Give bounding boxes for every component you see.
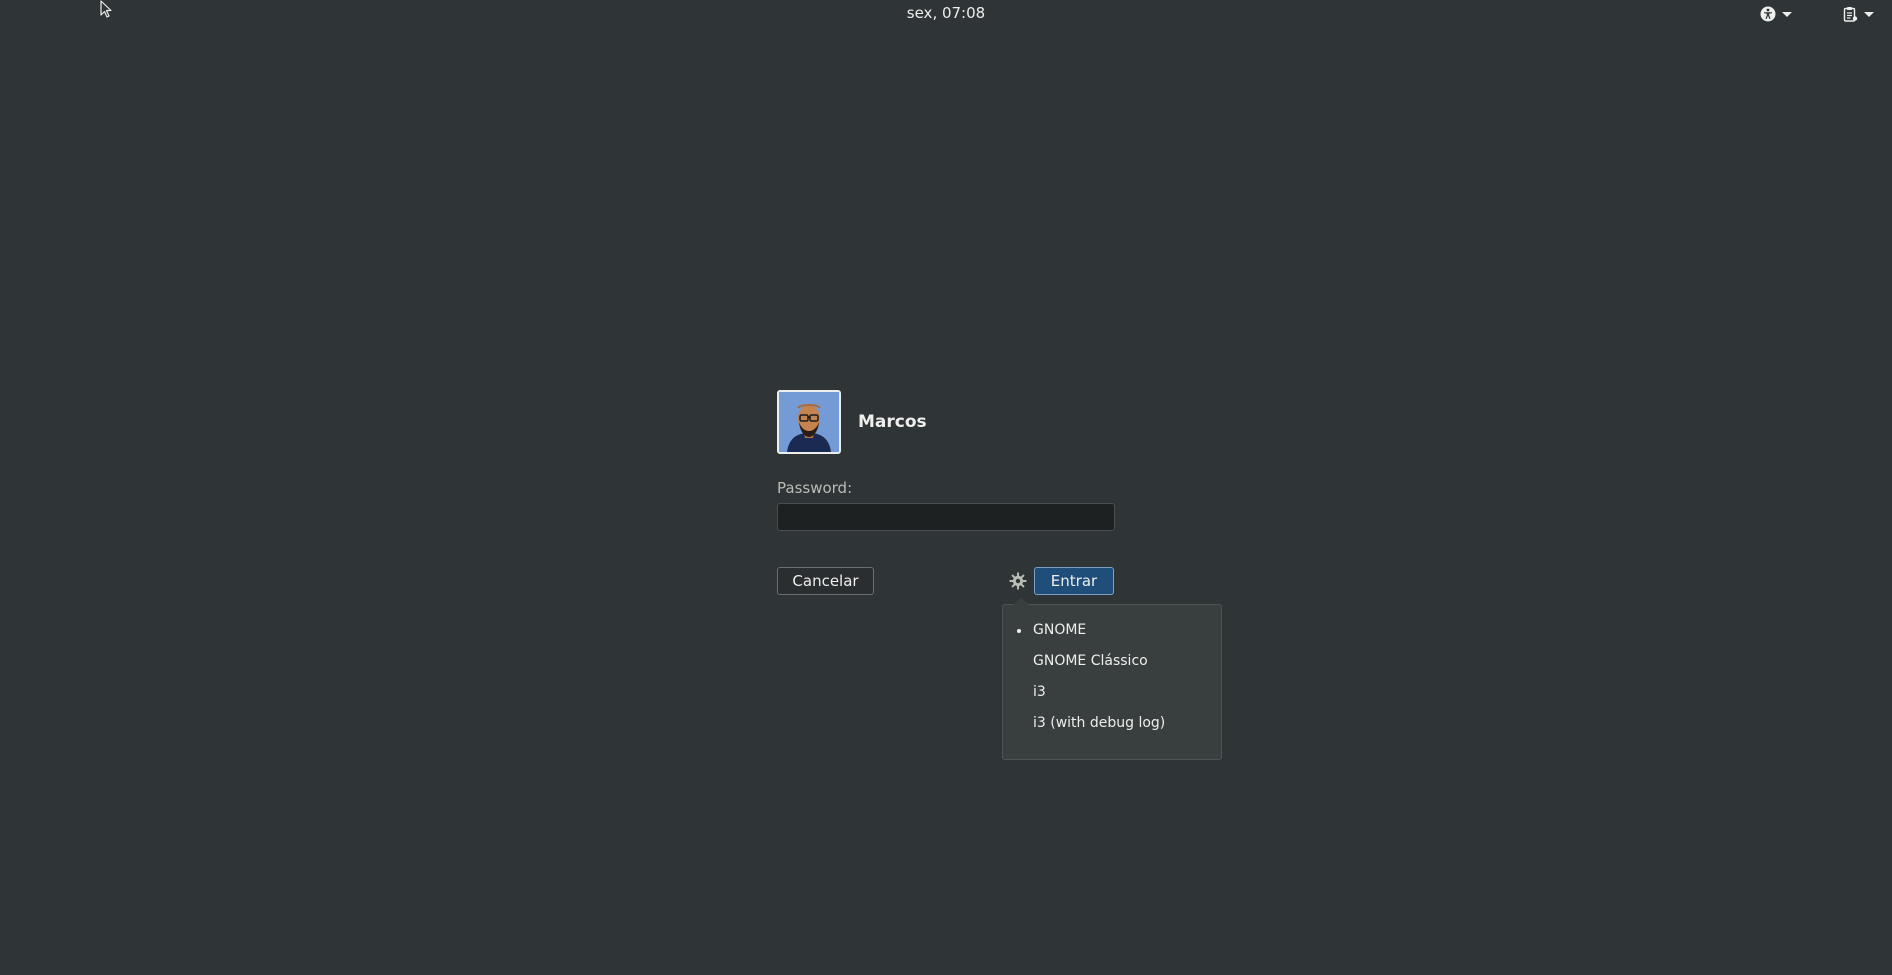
login-dialog: Marcos Password: Cancelar Entrar <box>777 390 1115 595</box>
session-item-label: GNOME <box>1033 622 1087 638</box>
user-row: Marcos <box>777 390 1115 454</box>
session-item-label: i3 <box>1033 684 1046 700</box>
selected-dot-icon <box>1017 629 1021 633</box>
user-name: Marcos <box>858 412 927 432</box>
accessibility-menu[interactable] <box>1760 4 1792 24</box>
clock[interactable]: sex, 07:08 <box>0 4 1892 22</box>
accessibility-icon <box>1760 6 1776 22</box>
password-field[interactable] <box>777 503 1115 531</box>
user-avatar-icon <box>779 392 839 452</box>
system-menu[interactable] <box>1842 4 1874 24</box>
button-row: Cancelar Entrar <box>777 567 1115 595</box>
session-item-i3[interactable]: i3 <box>1003 683 1221 714</box>
avatar <box>777 390 841 454</box>
password-label: Password: <box>777 479 853 497</box>
session-item-gnome-classic[interactable]: GNOME Clássico <box>1003 652 1221 683</box>
cancel-button[interactable]: Cancelar <box>777 567 874 595</box>
chevron-down-icon <box>1782 11 1792 17</box>
session-item-label: i3 (with debug log) <box>1033 715 1166 731</box>
login-screen: sex, 07:08 Marcos Password: Cancelar Ent… <box>0 0 1892 975</box>
session-item-label: GNOME Clássico <box>1033 653 1148 669</box>
session-menu: GNOME GNOME Clássico i3 i3 (with debug l… <box>1002 597 1222 760</box>
session-item-gnome[interactable]: GNOME <box>1003 621 1221 652</box>
session-list: GNOME GNOME Clássico i3 i3 (with debug l… <box>1003 605 1221 745</box>
gear-icon[interactable] <box>1009 572 1027 590</box>
session-item-i3-debug[interactable]: i3 (with debug log) <box>1003 714 1221 745</box>
clipboard-icon <box>1843 7 1858 22</box>
top-bar: sex, 07:08 <box>0 0 1892 28</box>
chevron-down-icon <box>1864 11 1874 17</box>
enter-button[interactable]: Entrar <box>1034 567 1114 595</box>
